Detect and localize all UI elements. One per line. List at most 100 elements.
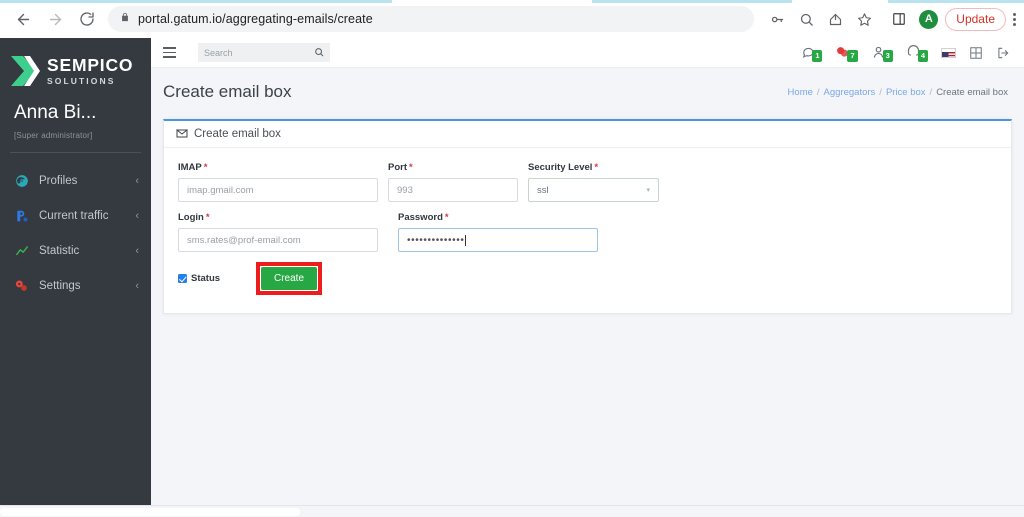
badge-count: 4 [917, 49, 928, 62]
scrollbar-thumb[interactable] [0, 508, 300, 516]
address-bar[interactable]: portal.gatum.io/aggregating-emails/creat… [108, 6, 755, 32]
field-group-security-level: Security Level * ssl ▾ [528, 162, 659, 202]
settings-icon [14, 278, 29, 293]
sidebar-item-statistic[interactable]: Statistic ‹ [0, 233, 151, 268]
browser-actions: A Update [764, 6, 1024, 32]
tab-strip-edge [0, 0, 1024, 3]
notifications-icon[interactable]: 7 [835, 45, 858, 62]
chevron-left-icon: ‹ [135, 244, 139, 257]
card-header: Create email box [164, 121, 1011, 148]
breadcrumb-separator: / [929, 86, 933, 98]
sidebar-item-current-traffic[interactable]: Current traffic ‹ [0, 198, 151, 233]
breadcrumb-separator: / [816, 86, 820, 98]
field-group-imap: IMAP * imap.gmail.com [178, 162, 378, 202]
envelope-icon [176, 125, 188, 143]
sidebar-item-label: Profiles [39, 174, 78, 187]
login-input[interactable]: sms.rates@prof-email.com [178, 228, 378, 252]
brand-logo[interactable]: SEMPICO SOLUTIONS [0, 38, 151, 88]
security-level-select[interactable]: ssl ▾ [528, 178, 659, 202]
star-icon[interactable] [851, 6, 877, 32]
brand-subtitle: SOLUTIONS [47, 76, 116, 86]
avatar[interactable]: A [919, 9, 939, 29]
search-icon[interactable] [314, 44, 324, 62]
text-cursor [465, 234, 467, 246]
logout-icon[interactable] [996, 46, 1010, 60]
badge-count: 7 [847, 49, 858, 62]
breadcrumb: Home / Aggregators / Price box / Create … [788, 87, 1008, 98]
side-panel-icon[interactable] [886, 6, 912, 32]
key-icon[interactable] [764, 6, 790, 32]
imap-input[interactable]: imap.gmail.com [178, 178, 378, 202]
chevron-left-icon: ‹ [135, 174, 139, 187]
port-input[interactable]: 993 [388, 178, 518, 202]
share-icon[interactable] [822, 6, 848, 32]
search-icon[interactable] [793, 6, 819, 32]
chevron-left-icon: ‹ [135, 279, 139, 292]
browser-toolbar: portal.gatum.io/aggregating-emails/creat… [0, 0, 1024, 38]
us-flag-icon[interactable] [941, 47, 956, 58]
page-header: Create email box Home / Aggregators / Pr… [151, 68, 1024, 102]
password-masked-value: •••••••••••••• [407, 234, 465, 246]
form-row-credentials: Login * sms.rates@prof-email.com Password… [178, 212, 997, 252]
main-content: Search 1 7 3 4 Create email box Home / A… [151, 38, 1024, 517]
chevron-down-icon: ▾ [646, 187, 650, 194]
status-label: Status [191, 273, 221, 284]
breadcrumb-item-price-box[interactable]: Price box [886, 87, 926, 98]
chat-icon[interactable]: 1 [800, 45, 823, 62]
sidebar-item-label: Settings [39, 279, 81, 292]
create-button[interactable]: Create [261, 267, 318, 290]
required-marker: * [203, 162, 208, 173]
horizontal-scrollbar[interactable] [0, 505, 1024, 517]
form-row-connection: IMAP * imap.gmail.com Port * 993 Security … [178, 162, 997, 202]
browser-nav-buttons [0, 4, 102, 34]
card-title: Create email box [194, 128, 281, 140]
support-icon[interactable]: 4 [906, 45, 928, 62]
required-marker: * [444, 212, 449, 223]
back-arrow-icon[interactable] [8, 4, 38, 34]
url-text: portal.gatum.io/aggregating-emails/creat… [138, 12, 373, 26]
sidebar-item-settings[interactable]: Settings ‹ [0, 268, 151, 303]
chevron-left-icon: ‹ [135, 209, 139, 222]
kebab-menu-icon[interactable] [1013, 12, 1016, 26]
field-group-port: Port * 993 [388, 162, 518, 202]
user-role: [Super administrator] [14, 131, 93, 140]
field-group-password: Password * •••••••••••••• [398, 212, 598, 252]
header-actions: 1 7 3 4 [800, 45, 1014, 62]
user-name[interactable]: Anna Bi... [0, 88, 151, 124]
forward-arrow-icon[interactable] [40, 4, 70, 34]
users-icon[interactable]: 3 [871, 45, 893, 62]
sidebar-item-profiles[interactable]: Profiles ‹ [0, 163, 151, 198]
badge-count: 1 [812, 49, 823, 62]
search-placeholder: Search [204, 47, 233, 58]
breadcrumb-item-current: Create email box [936, 86, 1008, 98]
reload-icon[interactable] [72, 4, 102, 34]
login-label: Login * [178, 212, 210, 223]
port-label: Port * [388, 162, 413, 173]
page-viewport: SEMPICO SOLUTIONS Anna Bi... [Super admi… [0, 38, 1024, 517]
app-header: Search 1 7 3 4 [151, 38, 1024, 68]
card-body: IMAP * imap.gmail.com Port * 993 Security … [164, 148, 1011, 295]
create-button-highlight: Create [256, 262, 323, 295]
traffic-icon [14, 208, 29, 223]
sidebar-item-label: Statistic [39, 244, 80, 257]
apps-grid-icon[interactable] [969, 46, 983, 60]
required-marker: * [205, 212, 210, 223]
search-input[interactable]: Search [198, 43, 330, 62]
profiles-icon [14, 173, 29, 188]
breadcrumb-separator: / [879, 86, 882, 98]
password-label: Password * [398, 212, 449, 223]
hamburger-menu-icon[interactable] [163, 47, 176, 58]
password-input[interactable]: •••••••••••••• [398, 228, 598, 252]
update-button[interactable]: Update [945, 7, 1006, 31]
breadcrumb-item-aggregators[interactable]: Aggregators [824, 87, 876, 98]
sidebar: SEMPICO SOLUTIONS Anna Bi... [Super admi… [0, 38, 151, 505]
status-checkbox-wrapper[interactable]: Status [178, 273, 256, 284]
breadcrumb-item-home[interactable]: Home [788, 87, 813, 98]
required-marker: * [594, 162, 599, 173]
status-checkbox[interactable] [178, 274, 187, 283]
field-group-login: Login * sms.rates@prof-email.com [178, 212, 378, 252]
create-email-box-card: Create email box IMAP * imap.gmail.com Po… [163, 119, 1012, 314]
security-level-value: ssl [537, 184, 549, 196]
lock-icon [120, 10, 130, 28]
badge-count: 3 [882, 49, 893, 62]
